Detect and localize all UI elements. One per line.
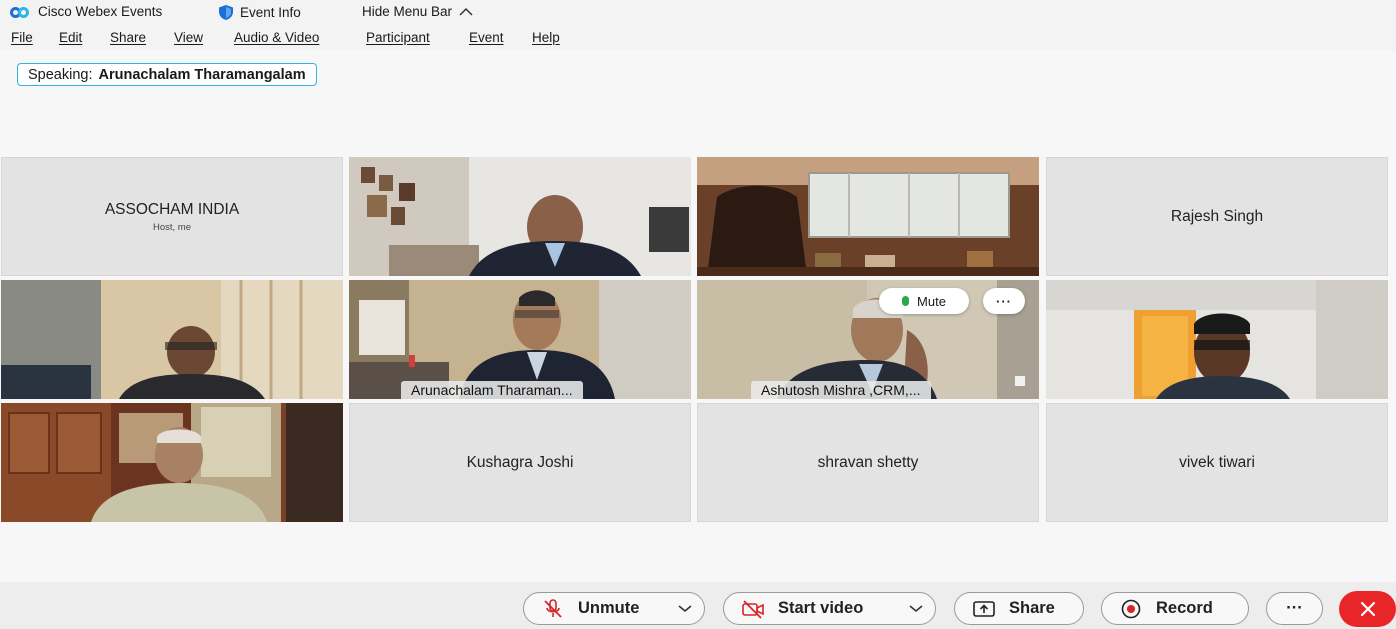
mute-participant-button[interactable]: Mute [879,288,969,314]
app-name: Cisco Webex Events [38,4,163,19]
participant-tile-video-3[interactable] [1,280,343,399]
mute-label: Mute [917,293,946,309]
more-icon: ··· [996,293,1012,309]
event-info-button[interactable]: Event Info [218,4,301,21]
video-off-icon [742,599,764,619]
menu-file[interactable]: File [11,30,33,45]
speaking-indicator: Speaking: Arunachalam Tharamangalam [17,63,317,86]
record-label: Record [1156,599,1213,617]
meeting-controls: Unmute Start video Share Record ··· [0,582,1396,629]
participant-name: ASSOCHAM INDIA [104,200,240,218]
unmute-button[interactable]: Unmute [523,592,705,625]
participant-name: Kushagra Joshi [466,453,574,471]
participant-name: Rajesh Singh [1170,207,1264,225]
participant-name: shravan shetty [817,453,919,471]
menu-share[interactable]: Share [110,30,146,45]
menu-view[interactable]: View [174,30,203,45]
menu-edit[interactable]: Edit [59,30,82,45]
participant-tile-vivek[interactable]: vivek tiwari [1046,403,1388,522]
participant-name-tag: Arunachalam Tharaman... [401,381,583,399]
video-stage: Speaking: Arunachalam Tharamangalam ASSO… [0,50,1396,582]
speaking-name: Arunachalam Tharamangalam [98,66,306,83]
chevron-up-icon [459,7,473,16]
share-screen-icon [973,600,995,617]
chevron-down-icon[interactable] [678,604,692,613]
title-bar: Cisco Webex Events Event Info Hide Menu … [0,0,1396,26]
menu-bar: File Edit Share View Audio & Video Parti… [0,26,1396,50]
participant-tile-ashutosh[interactable]: Mute ··· Ashutosh Mishra ,CRM,... [697,280,1039,399]
leave-meeting-button[interactable] [1339,591,1396,627]
menu-help[interactable]: Help [532,30,560,45]
close-icon [1360,601,1375,617]
participant-video-feed [349,157,691,276]
more-options-button[interactable]: ··· [1266,592,1323,625]
menu-event[interactable]: Event [469,30,504,45]
participant-tile-shravan[interactable]: shravan shetty [697,403,1039,522]
participant-tile-video-1[interactable] [349,157,691,276]
record-button[interactable]: Record [1101,592,1249,625]
participant-video-feed [1046,280,1388,399]
participant-video-feed [1,280,343,399]
participant-more-button[interactable]: ··· [983,288,1025,314]
participant-video-feed [697,157,1039,276]
participant-name-tag: Ashutosh Mishra ,CRM,... [751,381,931,399]
hide-menu-label: Hide Menu Bar [362,4,453,19]
mic-off-icon [544,598,562,618]
share-button[interactable]: Share [954,592,1084,625]
record-icon [1121,599,1141,618]
app-title: Cisco Webex Events [10,4,162,19]
participant-tile-kushagra[interactable]: Kushagra Joshi [349,403,691,522]
chevron-down-icon[interactable] [909,604,923,613]
menu-audio-video[interactable]: Audio & Video [234,30,319,45]
participant-tile-video-2[interactable] [697,157,1039,276]
participant-tile-assocham[interactable]: ASSOCHAM INDIA Host, me [1,157,343,276]
speaking-label: Speaking: [28,66,93,83]
participant-video-feed [1,403,343,522]
share-label: Share [1009,599,1055,617]
participant-name: vivek tiwari [1179,453,1255,471]
unmute-label: Unmute [578,599,640,617]
shield-icon [219,5,233,20]
hide-menu-bar-button[interactable]: Hide Menu Bar [362,4,474,19]
participant-role: Host, me [152,221,191,233]
participant-tile-rajesh[interactable]: Rajesh Singh [1046,157,1388,276]
mic-on-icon [902,296,910,306]
event-info-label: Event Info [240,5,301,20]
start-video-button[interactable]: Start video [723,592,936,625]
more-icon: ··· [1286,599,1303,617]
participant-tile-video-4[interactable] [1046,280,1388,399]
start-video-label: Start video [778,599,864,617]
menu-participant[interactable]: Participant [366,30,430,45]
participant-tile-video-5[interactable] [1,403,343,522]
participant-tile-arunachalam[interactable]: Arunachalam Tharaman... [349,280,691,399]
webex-logo [10,5,32,19]
